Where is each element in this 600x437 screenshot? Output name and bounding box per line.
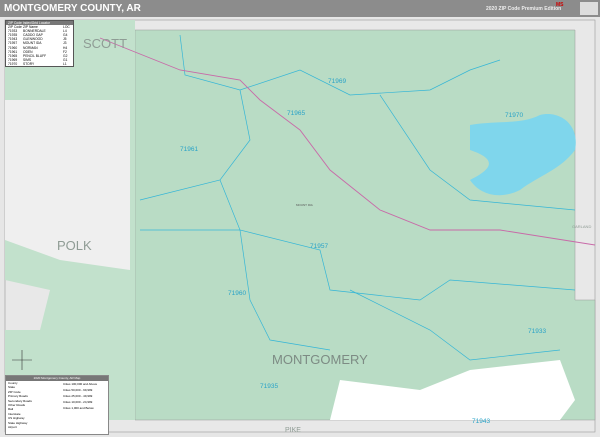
- zip-label: 71965: [287, 110, 305, 117]
- zip-label: 71970: [505, 112, 523, 119]
- map-title: MONTGOMERY COUNTY, AR: [4, 3, 141, 14]
- place-label: MOUNT IDA: [296, 203, 313, 207]
- legend-item: Airport: [8, 425, 17, 430]
- zip-index-table: ZIP Code Index/Grid Locator ZIP Code ZIP …: [5, 20, 74, 68]
- neighbor-label: POLK: [57, 238, 92, 253]
- neighbor-label: PIKE: [285, 427, 301, 434]
- zip-label: 71943: [472, 418, 490, 425]
- header-bar: MONTGOMERY COUNTY, AR 2020 ZIP Code Prem…: [0, 0, 600, 17]
- zip-label: 71961: [180, 146, 198, 153]
- legend-pop: Cities 1,000 and Below: [63, 406, 94, 410]
- zip-label: 71957: [310, 243, 328, 250]
- zip-label: 71960: [228, 290, 246, 297]
- table-row: 71970 STORY L1: [8, 61, 67, 66]
- zip-label: 71935: [260, 383, 278, 390]
- zip-label: 71933: [528, 328, 546, 335]
- county-label: MONTGOMERY: [272, 352, 368, 367]
- county-map[interactable]: SCOTT POLK PIKE GARLAND MONTGOMERY 71969…: [0, 17, 600, 437]
- edition-label: 2020 ZIP Code Premium Edition: [486, 6, 562, 12]
- zip-label: 71969: [328, 78, 346, 85]
- neighbor-label: SCOTT: [83, 36, 127, 51]
- brand-logo: MS: [556, 2, 564, 8]
- neighbor-label: GARLAND: [572, 224, 591, 229]
- map-legend: 2020 Montgomery County, AR Map County St…: [5, 375, 109, 435]
- brand-badge: [580, 2, 598, 15]
